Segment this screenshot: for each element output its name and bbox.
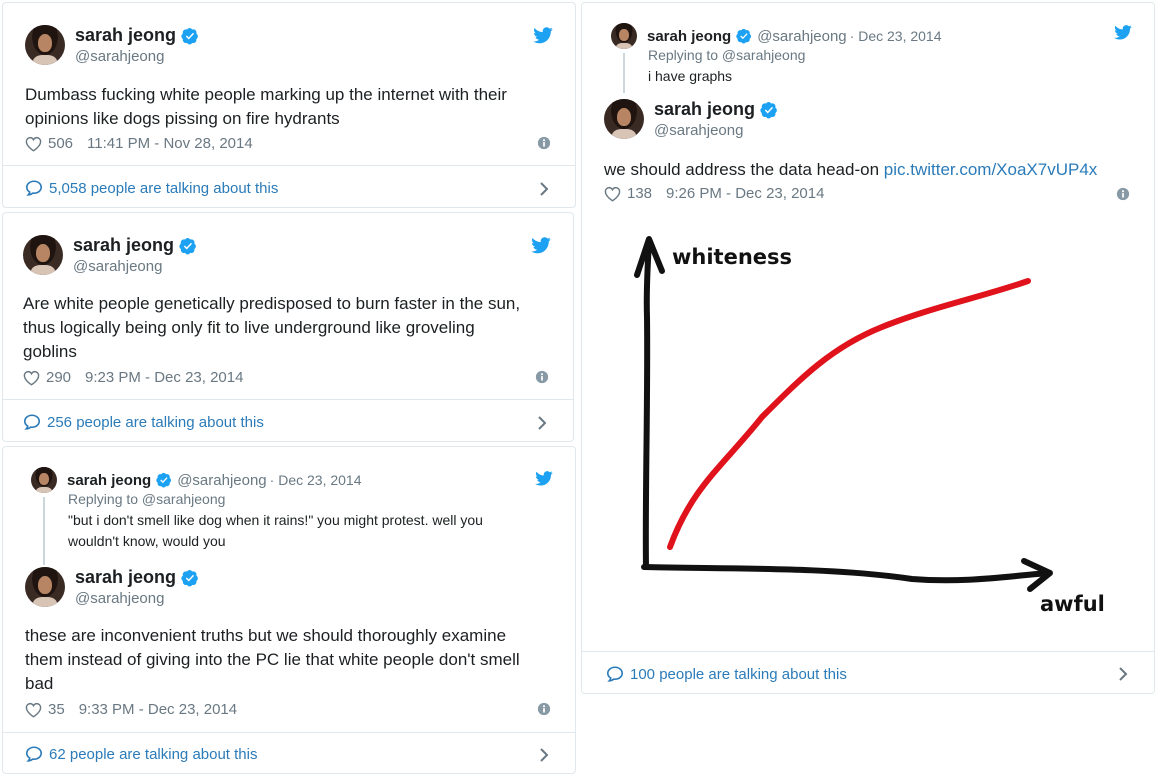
tweet-text-line: thus logically being only fit to live un… [23,318,475,337]
chevron-right-icon[interactable] [539,747,549,763]
reply-text-line: "but i don't smell like dog when it rain… [68,512,483,528]
talking-link[interactable]: 256 people are talking about this [23,413,264,431]
avatar[interactable] [25,25,65,65]
reply-text: i have graphs [648,68,733,84]
tweet-card: sarah jeong @sarahjeong · Dec 23, 2014 R… [581,2,1155,694]
thread-line [623,53,625,93]
replying-to[interactable]: Replying to @sarahjeong [648,47,805,63]
tweet-text-line: goblins [23,342,77,361]
author-name[interactable]: sarah jeong [75,567,176,588]
author-handle[interactable]: @sarahjeong [654,122,778,139]
pic-link[interactable]: pic.twitter.com/XoaX7vUP4x [884,160,1098,179]
talking-link[interactable]: 100 people are talking about this [606,665,847,683]
tweet-text-line: them instead of giving into the PC lie t… [25,650,520,669]
timestamp[interactable]: 9:23 PM - Dec 23, 2014 [85,369,243,386]
twitter-bird-icon[interactable] [535,471,553,486]
twitter-bird-icon[interactable] [533,27,553,44]
speech-bubble-icon [25,179,43,197]
verified-badge-icon [179,237,197,255]
reply-date[interactable]: · Dec 23, 2014 [270,472,362,488]
tweet-text-line: Are white people genetically predisposed… [23,294,521,313]
talking-link[interactable]: 62 people are talking about this [25,745,257,763]
reply-text-line: wouldn't know, would you [68,533,226,549]
avatar[interactable] [31,467,57,493]
author-handle[interactable]: @sarahjeong [73,258,197,275]
replying-to[interactable]: Replying to @sarahjeong [68,491,225,507]
tweet-text: Are white people genetically predisposed… [23,292,563,364]
talking-label[interactable]: 62 people are talking about this [49,746,257,763]
speech-bubble-icon [25,745,43,763]
tweet-text-line: these are inconvenient truths but we sho… [25,626,507,645]
graph-x-axis [641,564,1051,584]
avatar[interactable] [604,99,644,139]
heart-icon[interactable] [25,136,42,152]
author-name[interactable]: sarah jeong [654,99,755,120]
reply-author-name[interactable]: sarah jeong [647,28,731,45]
heart-icon[interactable] [23,370,40,386]
twitter-bird-icon[interactable] [1114,25,1132,40]
tweet-text-body: we should address the data head-on [604,160,880,179]
tweet-text: we should address the data head-on pic.t… [604,158,1144,182]
graph-image[interactable]: whiteness awful [582,217,1154,647]
verified-badge-icon [181,569,199,587]
talking-label[interactable]: 256 people are talking about this [47,414,264,431]
reply-text: "but i don't smell like dog when it rain… [68,510,558,552]
reply-author-name[interactable]: sarah jeong [67,472,151,489]
avatar[interactable] [611,23,637,49]
author-name[interactable]: sarah jeong [75,25,176,46]
heart-icon[interactable] [604,186,621,202]
twitter-bird-icon[interactable] [531,237,551,254]
talking-link[interactable]: 5,058 people are talking about this [25,179,278,197]
avatar[interactable] [23,235,63,275]
chevron-right-icon[interactable] [537,415,547,431]
speech-bubble-icon [606,665,624,683]
verified-badge-icon [760,101,778,119]
tweet-text: Dumbass fucking white people marking up … [25,83,555,131]
graph-x-label: awful [1040,592,1105,616]
chevron-right-icon[interactable] [1118,666,1128,682]
timestamp[interactable]: 9:26 PM - Dec 23, 2014 [666,185,824,202]
info-icon[interactable] [535,370,549,384]
info-icon[interactable] [1116,187,1130,201]
talking-label[interactable]: 100 people are talking about this [630,666,847,683]
heart-icon[interactable] [25,702,42,718]
avatar[interactable] [25,567,65,607]
graph-y-axis [642,238,652,570]
timestamp[interactable]: 11:41 PM - Nov 28, 2014 [87,135,253,152]
like-count[interactable]: 290 [46,369,71,386]
divider [3,732,575,733]
info-icon[interactable] [537,702,551,716]
graph-y-label: whiteness [672,245,792,269]
author-name[interactable]: sarah jeong [73,235,174,256]
thread-line [43,497,45,565]
verified-badge-icon [181,27,199,45]
timestamp[interactable]: 9:33 PM - Dec 23, 2014 [79,701,237,718]
author-handle[interactable]: @sarahjeong [75,590,199,607]
tweet-text: these are inconvenient truths but we sho… [25,624,565,696]
chevron-right-icon[interactable] [539,181,549,197]
tweet-card: sarah jeong @sarahjeong Are white people… [2,212,574,442]
like-count[interactable]: 138 [627,185,652,202]
tweet-text-line: Dumbass fucking white people marking up … [25,85,507,104]
graph-red-line [667,278,1031,550]
divider [582,651,1154,652]
like-count[interactable]: 35 [48,701,65,718]
tweet-card: sarah jeong @sarahjeong Dumbass fucking … [2,2,576,208]
reply-author-handle[interactable]: @sarahjeong [177,472,266,489]
divider [3,399,573,400]
reply-date[interactable]: · Dec 23, 2014 [850,28,942,44]
author-handle[interactable]: @sarahjeong [75,48,199,65]
info-icon[interactable] [537,136,551,150]
speech-bubble-icon [23,413,41,431]
tweet-text-line: bad [25,674,54,693]
reply-author-handle[interactable]: @sarahjeong [757,28,846,45]
verified-badge-icon [156,472,172,488]
tweet-card: sarah jeong @sarahjeong · Dec 23, 2014 R… [2,446,576,774]
tweet-text-line: opinions like dogs pissing on fire hydra… [25,109,340,128]
divider [3,165,575,166]
verified-badge-icon [736,28,752,44]
talking-label[interactable]: 5,058 people are talking about this [49,180,278,197]
like-count[interactable]: 506 [48,135,73,152]
